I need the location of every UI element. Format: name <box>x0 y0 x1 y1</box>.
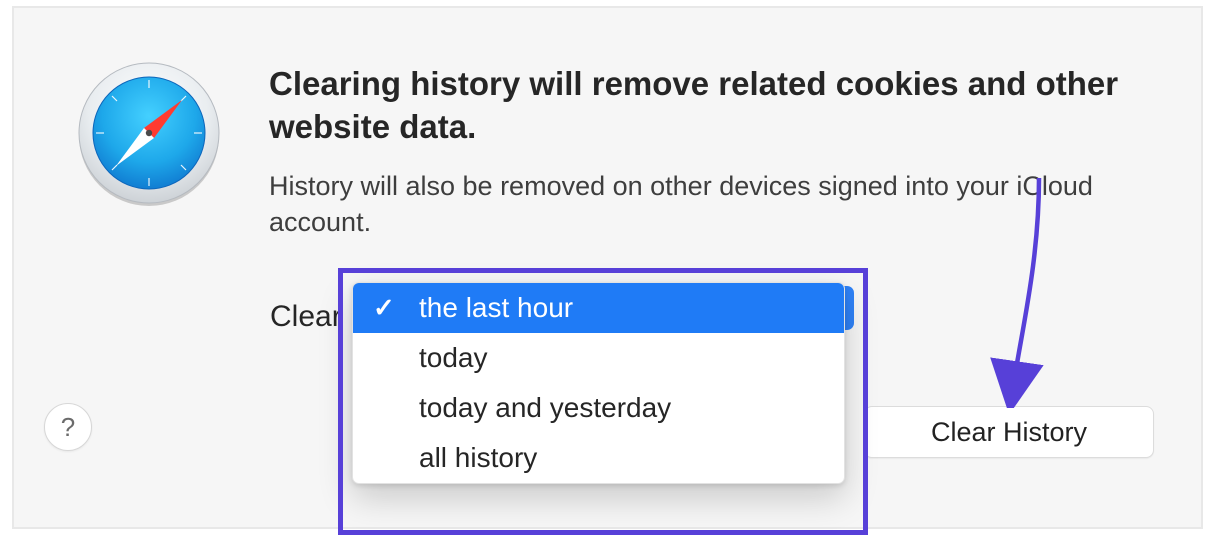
dropdown-option-label: the last hour <box>419 292 573 324</box>
help-icon: ? <box>61 412 75 443</box>
dropdown-option-last-hour[interactable]: the last hour <box>353 283 844 333</box>
dropdown-option-today[interactable]: today <box>353 333 844 383</box>
safari-icon <box>74 58 224 208</box>
clear-history-dialog: Clearing history will remove related coo… <box>14 8 1201 527</box>
help-button[interactable]: ? <box>44 403 92 451</box>
dialog-window: Clearing history will remove related coo… <box>12 6 1203 529</box>
time-range-dropdown[interactable]: the last hour today today and yesterday … <box>352 282 845 484</box>
dropdown-option-label: all history <box>419 442 537 474</box>
dropdown-option-all-history[interactable]: all history <box>353 433 844 483</box>
dropdown-option-label: today <box>419 342 488 374</box>
dropdown-option-label: today and yesterday <box>419 392 671 424</box>
clear-history-button[interactable]: Clear History <box>864 406 1154 458</box>
dropdown-option-today-and-yesterday[interactable]: today and yesterday <box>353 383 844 433</box>
clear-history-button-label: Clear History <box>931 417 1087 448</box>
clear-label: Clear <box>270 300 342 334</box>
dialog-subtext: History will also be removed on other de… <box>269 168 1169 241</box>
dialog-heading: Clearing history will remove related coo… <box>269 63 1169 149</box>
